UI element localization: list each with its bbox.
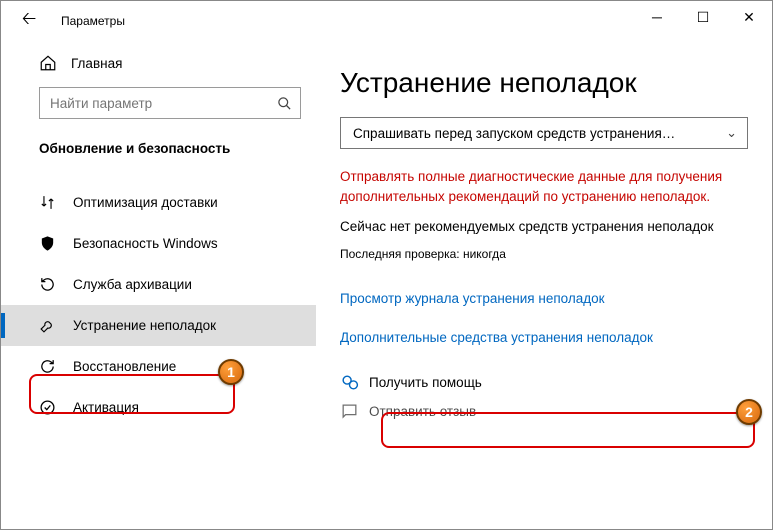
activation-icon (39, 399, 59, 416)
sidebar-nav: Оптимизация доставки Безопасность Window… (1, 182, 316, 428)
get-help-label: Получить помощь (369, 375, 482, 390)
sidebar-item-backup[interactable]: Служба архивации (1, 264, 316, 305)
get-help-row[interactable]: Получить помощь (340, 373, 748, 392)
sidebar-item-label: Оптимизация доставки (73, 195, 218, 210)
last-check-text: Последняя проверка: никогда (340, 247, 748, 261)
feedback-row[interactable]: Отправить отзыв (340, 402, 748, 421)
sidebar-section: Обновление и безопасность (1, 119, 316, 156)
link-additional-troubleshooters[interactable]: Дополнительные средства устранения непол… (340, 330, 748, 345)
back-button[interactable]: 🡠 (15, 7, 43, 35)
maximize-button[interactable]: ☐ (680, 1, 726, 33)
sidebar-item-activation[interactable]: Активация (1, 387, 316, 428)
search-input[interactable] (50, 96, 277, 111)
sidebar-home[interactable]: Главная (1, 45, 316, 81)
dropdown-value: Спрашивать перед запуском средств устран… (353, 126, 675, 141)
page-title: Устранение неполадок (340, 67, 748, 99)
sidebar-item-security[interactable]: Безопасность Windows (1, 223, 316, 264)
diagnostic-notice: Отправлять полные диагностические данные… (340, 167, 730, 206)
window-title: Параметры (61, 14, 125, 28)
sidebar-item-label: Активация (73, 400, 139, 415)
sidebar-item-label: Восстановление (73, 359, 176, 374)
sidebar-item-troubleshoot[interactable]: Устранение неполадок (1, 305, 316, 346)
sidebar-item-label: Устранение неполадок (73, 318, 216, 333)
shield-icon (39, 235, 59, 252)
link-history[interactable]: Просмотр журнала устранения неполадок (340, 291, 748, 306)
feedback-icon (340, 402, 359, 421)
help-icon (340, 373, 359, 392)
sidebar-item-label: Безопасность Windows (73, 236, 218, 251)
recommendation-dropdown[interactable]: Спрашивать перед запуском средств устран… (340, 117, 748, 149)
no-recommendation-text: Сейчас нет рекомендуемых средств устране… (340, 218, 730, 237)
sidebar: Главная Обновление и безопасность Оптими… (1, 41, 316, 529)
feedback-label: Отправить отзыв (369, 404, 476, 419)
sidebar-item-recovery[interactable]: Восстановление (1, 346, 316, 387)
search-box[interactable] (39, 87, 301, 119)
sidebar-item-label: Служба архивации (73, 277, 192, 292)
window-controls: ─ ☐ ✕ (634, 1, 772, 33)
wrench-icon (39, 317, 59, 334)
chevron-down-icon: ⌄ (726, 125, 737, 141)
sidebar-item-delivery[interactable]: Оптимизация доставки (1, 182, 316, 223)
backup-icon (39, 276, 59, 293)
home-icon (39, 54, 57, 72)
home-label: Главная (71, 56, 122, 71)
main-pane: Устранение неполадок Спрашивать перед за… (316, 41, 772, 529)
close-button[interactable]: ✕ (726, 1, 772, 33)
delivery-icon (39, 194, 59, 211)
minimize-button[interactable]: ─ (634, 1, 680, 33)
search-icon (277, 96, 292, 111)
recovery-icon (39, 358, 59, 375)
